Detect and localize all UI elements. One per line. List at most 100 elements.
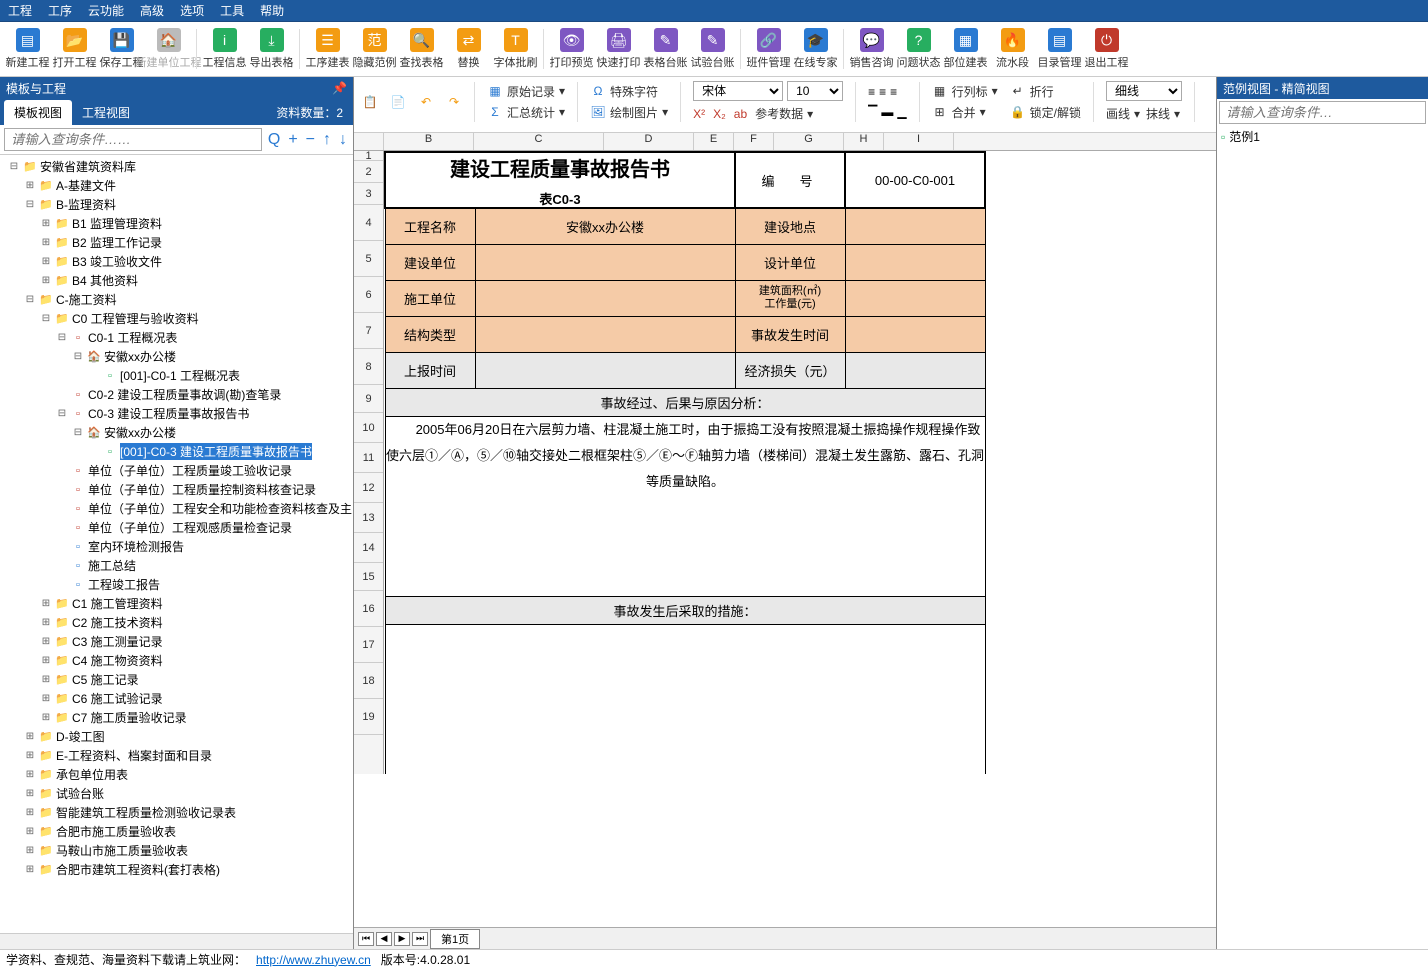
tree-h-scrollbar[interactable] [0, 933, 353, 949]
example-search-input[interactable] [1219, 101, 1426, 124]
toolbar-工序建表[interactable]: ☰工序建表 [304, 23, 351, 75]
tree-search-input[interactable] [4, 128, 262, 151]
toolbar-表格台账[interactable]: ✎表格台账 [642, 23, 689, 75]
tab-template-view[interactable]: 模板视图 [4, 100, 72, 125]
col-header[interactable]: I [884, 133, 954, 150]
row-header[interactable]: 18 [354, 663, 383, 699]
toolbar-在线专家[interactable]: 🎓在线专家 [792, 23, 839, 75]
tree-node[interactable]: ⊞📁合肥市施工质量验收表 [0, 822, 353, 841]
ref-data-button[interactable]: 参考数据▾ [755, 105, 813, 122]
tree-node[interactable]: ⊞📁C3 施工测量记录 [0, 632, 353, 651]
row-header[interactable]: 7 [354, 313, 383, 349]
toolbar-打开工程[interactable]: 📂打开工程 [51, 23, 98, 75]
col-header[interactable]: D [604, 133, 694, 150]
tree-node[interactable]: ⊞📁试验台账 [0, 784, 353, 803]
row-header[interactable]: 17 [354, 627, 383, 663]
toolbar-新建单位工程[interactable]: 🏠新建单位工程 [145, 23, 192, 75]
special-char-button[interactable]: Ω特殊字符 [590, 83, 668, 100]
toolbar-导出表格[interactable]: ⤓导出表格 [248, 23, 295, 75]
toolbar-目录管理[interactable]: ▤目录管理 [1036, 23, 1083, 75]
tree-node[interactable]: ▫[001]-C0-1 工程概况表 [0, 366, 353, 385]
tree-node[interactable]: ⊞📁B4 其他资料 [0, 271, 353, 290]
project-tree[interactable]: ⊟📁安徽省建筑资料库⊞📁A-基建文件⊟📁B-监理资料⊞📁B1 监理管理资料⊞📁B… [0, 155, 353, 933]
rowcol-button[interactable]: ▦行列标▾ [932, 83, 998, 100]
toolbar-替换[interactable]: ⇄替换 [445, 23, 492, 75]
size-select[interactable]: 10 [787, 81, 843, 101]
toolbar-部位建表[interactable]: ▦部位建表 [942, 23, 989, 75]
tree-node[interactable]: ⊞📁E-工程资料、档案封面和目录 [0, 746, 353, 765]
tree-node[interactable]: ⊞📁C5 施工记录 [0, 670, 353, 689]
col-header[interactable]: C [474, 133, 604, 150]
menu-云功能[interactable]: 云功能 [88, 2, 124, 19]
tree-node[interactable]: ⊟▫C0-1 工程概况表 [0, 328, 353, 347]
tree-node[interactable]: ⊟📁C-施工资料 [0, 290, 353, 309]
tree-node[interactable]: ⊞📁B1 监理管理资料 [0, 214, 353, 233]
tree-node[interactable]: ⊞📁C2 施工技术资料 [0, 613, 353, 632]
row-header[interactable]: 14 [354, 533, 383, 563]
spreadsheet[interactable]: BCDEFGHI 12345678910111213141516171819 建… [354, 133, 1216, 927]
row-header[interactable]: 12 [354, 473, 383, 503]
paste-icon[interactable]: 📄 [390, 94, 406, 110]
tree-node[interactable]: ⊟🏠安徽xx办公楼 [0, 347, 353, 366]
tree-node[interactable]: ▫室内环境检测报告 [0, 537, 353, 556]
tree-node[interactable]: ⊞📁C1 施工管理资料 [0, 594, 353, 613]
tree-node[interactable]: ▫[001]-C0-3 建设工程质量事故报告书 [0, 442, 353, 461]
tree-node[interactable]: ⊞📁D-竣工图 [0, 727, 353, 746]
raw-record-button[interactable]: ▦原始记录▾ [487, 83, 565, 100]
align-left-icon[interactable]: ≡ [868, 85, 875, 99]
col-header[interactable]: G [774, 133, 844, 150]
down-icon[interactable]: ↓ [337, 131, 349, 149]
tree-node[interactable]: ⊞📁B2 监理工作记录 [0, 233, 353, 252]
up-icon[interactable]: ↑ [321, 131, 333, 149]
superscript-icon[interactable]: X² [693, 107, 705, 121]
toolbar-流水段[interactable]: 🔥流水段 [989, 23, 1036, 75]
col-header[interactable]: F [734, 133, 774, 150]
align-center-icon[interactable]: ≡ [879, 85, 886, 99]
tree-node[interactable]: ⊟🏠安徽xx办公楼 [0, 423, 353, 442]
toolbar-工程信息[interactable]: i工程信息 [201, 23, 248, 75]
add-icon[interactable]: + [286, 131, 299, 149]
first-page-icon[interactable]: ⏮ [358, 932, 374, 946]
tree-node[interactable]: ⊞📁B3 竣工验收文件 [0, 252, 353, 271]
tree-node[interactable]: ⊟📁B-监理资料 [0, 195, 353, 214]
erase-line-button[interactable]: 抹线▾ [1146, 105, 1180, 122]
toolbar-字体批刷[interactable]: T字体批刷 [492, 23, 539, 75]
row-header[interactable]: 5 [354, 241, 383, 277]
draw-pic-button[interactable]: 🖼绘制图片▾ [590, 104, 668, 121]
tree-node[interactable]: ⊞📁C7 施工质量验收记录 [0, 708, 353, 727]
line-type-select[interactable]: 细线 [1106, 81, 1182, 101]
col-header[interactable]: E [694, 133, 734, 150]
example-item[interactable]: ▫ 范例1 [1217, 126, 1428, 147]
tree-node[interactable]: ⊞📁智能建筑工程质量检测验收记录表 [0, 803, 353, 822]
tree-node[interactable]: ▫工程竣工报告 [0, 575, 353, 594]
toolbar-班件管理[interactable]: 🔗班件管理 [745, 23, 792, 75]
row-header[interactable]: 4 [354, 205, 383, 241]
valign-bot-icon[interactable]: ▁ [897, 105, 906, 119]
tree-node[interactable]: ▫施工总结 [0, 556, 353, 575]
row-header[interactable]: 2 [354, 161, 383, 183]
tree-node[interactable]: ⊞📁承包单位用表 [0, 765, 353, 784]
menu-工程[interactable]: 工程 [8, 2, 32, 19]
subscript-icon[interactable]: X₂ [713, 107, 726, 121]
undo-icon[interactable]: ↶ [418, 94, 434, 110]
toolbar-查找表格[interactable]: 🔍查找表格 [398, 23, 445, 75]
redo-icon[interactable]: ↷ [446, 94, 462, 110]
menu-工具[interactable]: 工具 [220, 2, 244, 19]
last-page-icon[interactable]: ⏭ [412, 932, 428, 946]
menu-选项[interactable]: 选项 [180, 2, 204, 19]
toolbar-退出工程[interactable]: ⏻退出工程 [1083, 23, 1130, 75]
toolbar-打印预览[interactable]: 👁打印预览 [548, 23, 595, 75]
tree-node[interactable]: ▫单位（子单位）工程质量控制资料核查记录 [0, 480, 353, 499]
row-header[interactable]: 10 [354, 413, 383, 443]
row-header[interactable]: 9 [354, 385, 383, 413]
sum-stat-button[interactable]: Σ汇总统计▾ [487, 104, 565, 121]
menu-工序[interactable]: 工序 [48, 2, 72, 19]
pin-icon[interactable]: 📌 [332, 81, 347, 95]
align-right-icon[interactable]: ≡ [890, 85, 897, 99]
tree-node[interactable]: ⊟▫C0-3 建设工程质量事故报告书 [0, 404, 353, 423]
font-select[interactable]: 宋体 [693, 81, 783, 101]
tree-node[interactable]: ⊞📁马鞍山市施工质量验收表 [0, 841, 353, 860]
remove-icon[interactable]: − [304, 131, 317, 149]
col-header[interactable]: B [384, 133, 474, 150]
toolbar-快速打印[interactable]: 🖨快速打印 [595, 23, 642, 75]
